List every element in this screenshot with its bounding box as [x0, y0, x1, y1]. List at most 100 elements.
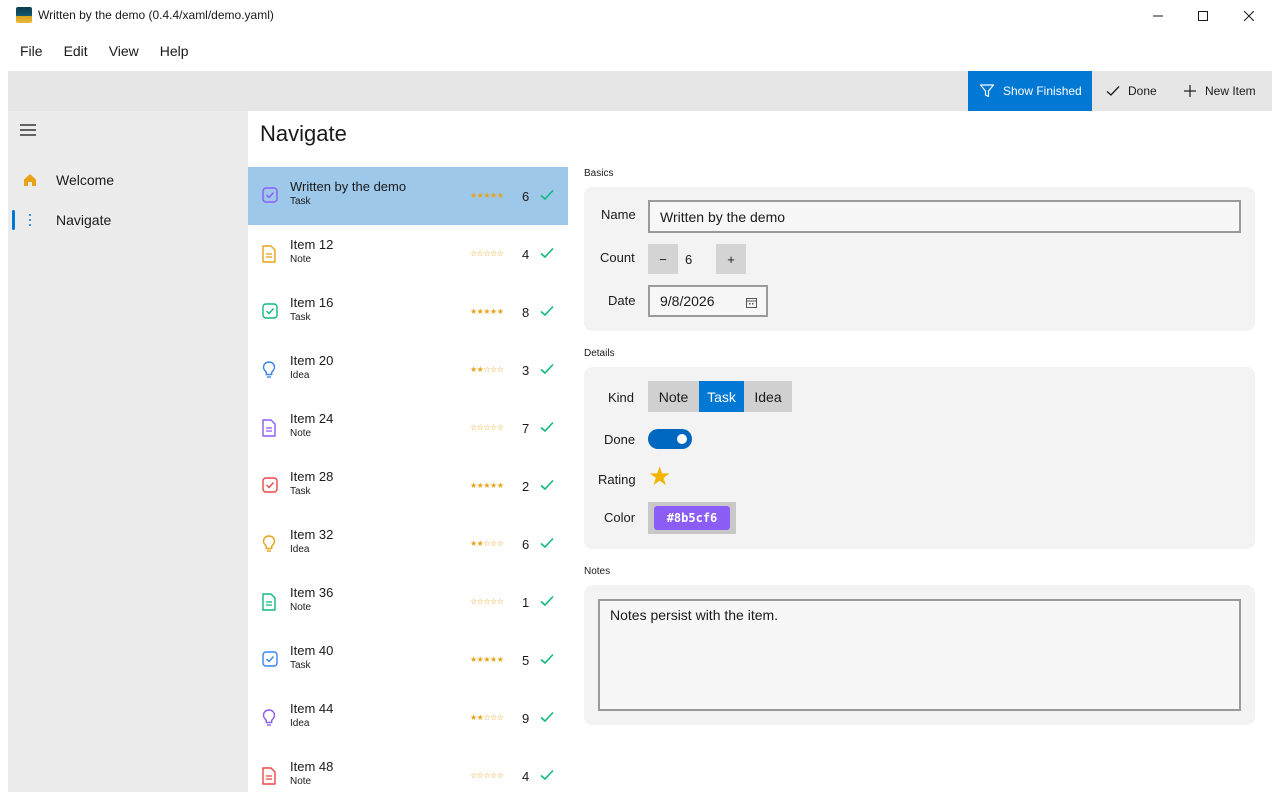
- list-item-name: Item 44: [290, 701, 334, 716]
- list-item[interactable]: Item 12 Note ☆☆☆☆☆ 4: [248, 225, 568, 283]
- list-item-name: Item 12: [290, 237, 334, 252]
- list-item-name: Written by the demo: [290, 179, 407, 194]
- count-value[interactable]: 6: [685, 252, 692, 267]
- details-card: Kind Note Task Idea Done Rating ★ Color …: [584, 367, 1255, 549]
- kind-option-idea[interactable]: Idea: [744, 381, 792, 412]
- list-item-rating: ★★★★★: [470, 481, 504, 490]
- nav-item-welcome[interactable]: Welcome: [8, 162, 248, 198]
- name-input[interactable]: Written by the demo: [648, 200, 1241, 233]
- lightbulb-icon: [262, 709, 278, 727]
- check-icon: [540, 362, 554, 375]
- done-toggle[interactable]: [648, 429, 692, 449]
- list-item-kind: Note: [290, 428, 312, 439]
- list-item-name: Item 16: [290, 295, 334, 310]
- lightbulb-icon: [262, 535, 278, 553]
- rating-star-icon[interactable]: ★: [648, 462, 671, 490]
- maximize-button[interactable]: [1180, 0, 1226, 31]
- list-item[interactable]: Item 32 Idea ★★☆☆☆ 6: [248, 515, 568, 573]
- count-label: Count: [600, 250, 635, 265]
- dots-icon: [22, 212, 38, 228]
- list-item-kind: Idea: [290, 370, 310, 381]
- kind-label: Kind: [608, 390, 635, 405]
- list-item[interactable]: Item 40 Task ★★★★★ 5: [248, 631, 568, 689]
- list-item-kind: Note: [290, 776, 312, 787]
- menu-help[interactable]: Help: [152, 31, 197, 71]
- window-title: Written by the demo (0.4.4/xaml/demo.yam…: [38, 8, 274, 22]
- nav-item-welcome-label: Welcome: [56, 172, 115, 188]
- list-item-rating: ★★★★★: [470, 307, 504, 316]
- minimize-button[interactable]: [1135, 0, 1181, 31]
- menu-bar: File Edit View Help: [8, 31, 1272, 71]
- list-item-rating: ★★☆☆☆: [470, 365, 504, 374]
- list-item-name: Item 20: [290, 353, 334, 368]
- count-decrement-button[interactable]: −: [648, 244, 678, 274]
- list-item[interactable]: Item 48 Note ☆☆☆☆☆ 4: [248, 747, 568, 792]
- nav-item-navigate-label: Navigate: [56, 212, 112, 228]
- list-item[interactable]: Written by the demo Task ★★★★★ 6: [248, 167, 568, 225]
- nav-item-navigate[interactable]: Navigate: [8, 202, 248, 238]
- maximize-icon: [1198, 10, 1208, 21]
- list-item[interactable]: Item 28 Task ★★★★★ 2: [248, 457, 568, 515]
- list-item-count: 9: [522, 711, 530, 726]
- list-item-name: Item 48: [290, 759, 334, 774]
- side-nav: Welcome Navigate: [8, 111, 248, 792]
- list-item-rating: ★★★★★: [470, 191, 504, 200]
- close-button[interactable]: [1226, 0, 1272, 31]
- list-item-count: 6: [522, 189, 530, 204]
- checkbox-icon: [262, 477, 278, 495]
- name-label: Name: [601, 207, 636, 222]
- lightbulb-icon: [262, 361, 278, 379]
- list-item-name: Item 28: [290, 469, 334, 484]
- check-icon: [540, 478, 554, 491]
- menu-file[interactable]: File: [12, 31, 51, 71]
- list-item-rating: ★★☆☆☆: [470, 539, 504, 548]
- main-content: Navigate Written by the demo Task ★★★★★ 6 It…: [248, 111, 1272, 792]
- check-icon: [540, 304, 554, 317]
- notes-textarea[interactable]: Notes persist with the item.: [598, 599, 1241, 711]
- list-item-rating: ☆☆☆☆☆: [470, 423, 504, 432]
- check-icon: [540, 768, 554, 781]
- filter-icon: [979, 83, 995, 99]
- selection-indicator: [12, 210, 15, 230]
- kind-option-task[interactable]: Task: [699, 381, 744, 412]
- hamburger-menu-icon[interactable]: [20, 123, 36, 137]
- new-item-button[interactable]: New Item: [1176, 71, 1272, 111]
- list-item-rating: ☆☆☆☆☆: [470, 249, 504, 258]
- show-finished-button[interactable]: Show Finished: [968, 71, 1092, 111]
- list-item-rating: ★★★★★: [470, 655, 504, 664]
- list-item-kind: Task: [290, 312, 311, 323]
- page-title: Navigate: [260, 121, 347, 146]
- list-item-name: Item 32: [290, 527, 334, 542]
- list-item[interactable]: Item 16 Task ★★★★★ 8: [248, 283, 568, 341]
- menu-edit[interactable]: Edit: [56, 31, 96, 71]
- list-item[interactable]: Item 36 Note ☆☆☆☆☆ 1: [248, 573, 568, 631]
- count-increment-button[interactable]: +: [716, 244, 746, 274]
- menu-view[interactable]: View: [101, 31, 147, 71]
- item-list[interactable]: Written by the demo Task ★★★★★ 6 Item 12 Note…: [248, 167, 568, 792]
- list-item-kind: Note: [290, 602, 312, 613]
- document-icon: [262, 593, 278, 611]
- list-item-count: 6: [522, 537, 530, 552]
- minimize-icon: [1153, 15, 1163, 16]
- list-item[interactable]: Item 44 Idea ★★☆☆☆ 9: [248, 689, 568, 747]
- check-icon: [540, 420, 554, 433]
- close-icon: [1244, 10, 1254, 21]
- done-button[interactable]: Done: [1098, 71, 1170, 111]
- show-finished-label: Show Finished: [1003, 84, 1082, 98]
- date-picker[interactable]: 9/8/2026: [648, 285, 768, 317]
- list-item[interactable]: Item 20 Idea ★★☆☆☆ 3: [248, 341, 568, 399]
- list-item[interactable]: Item 24 Note ☆☆☆☆☆ 7: [248, 399, 568, 457]
- checkbox-icon: [262, 651, 278, 669]
- document-icon: [262, 419, 278, 437]
- list-item-name: Item 36: [290, 585, 334, 600]
- date-value: 9/8/2026: [660, 293, 715, 309]
- color-picker[interactable]: #8b5cf6: [648, 502, 736, 534]
- kind-option-note[interactable]: Note: [648, 381, 699, 412]
- app-icon: [16, 7, 32, 23]
- list-item-name: Item 24: [290, 411, 334, 426]
- calendar-icon[interactable]: [746, 295, 757, 311]
- basics-label: Basics: [584, 168, 614, 179]
- notes-card: Notes persist with the item.: [584, 585, 1255, 725]
- check-icon: [540, 710, 554, 723]
- list-item-kind: Task: [290, 660, 311, 671]
